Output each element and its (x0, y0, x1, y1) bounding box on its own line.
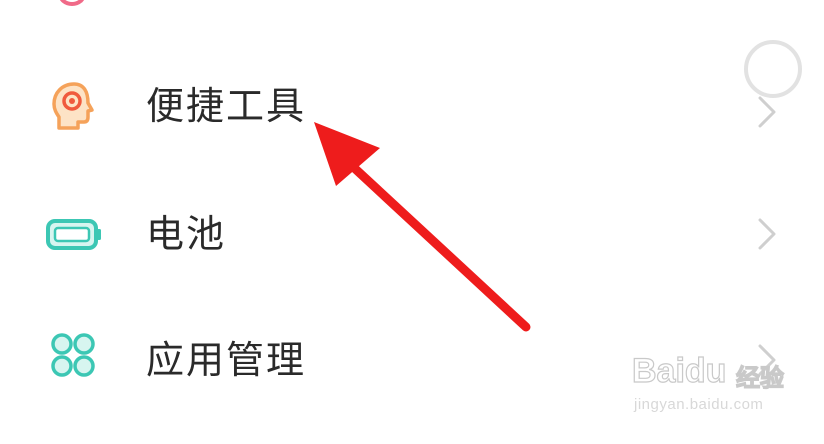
watermark-url: jingyan.baidu.com (634, 396, 764, 413)
chevron-right-icon (758, 218, 776, 250)
settings-item-battery[interactable]: 电池 (0, 184, 824, 284)
floating-assistive-ball[interactable] (744, 40, 802, 98)
settings-screen: 便捷工具 电池 应用管理 Baidu 经验 jingyan.baidu.com (0, 0, 824, 444)
partial-previous-row-icon (58, 0, 86, 6)
chevron-right-icon (758, 96, 776, 128)
settings-item-label: 电池 (146, 212, 227, 256)
app-grid-icon (51, 333, 95, 377)
settings-item-label: 应用管理 (146, 338, 307, 382)
battery-icon (46, 219, 101, 250)
baidu-jingyan-watermark: Baidu 经验 jingyan.baidu.com (631, 351, 784, 424)
settings-item-label: 便捷工具 (146, 84, 307, 128)
settings-item-convenience-tools[interactable]: 便捷工具 (0, 58, 824, 158)
watermark-brand: 经验 (735, 364, 784, 392)
watermark-logo: Baidu (631, 351, 727, 390)
head-gear-icon (52, 82, 94, 130)
